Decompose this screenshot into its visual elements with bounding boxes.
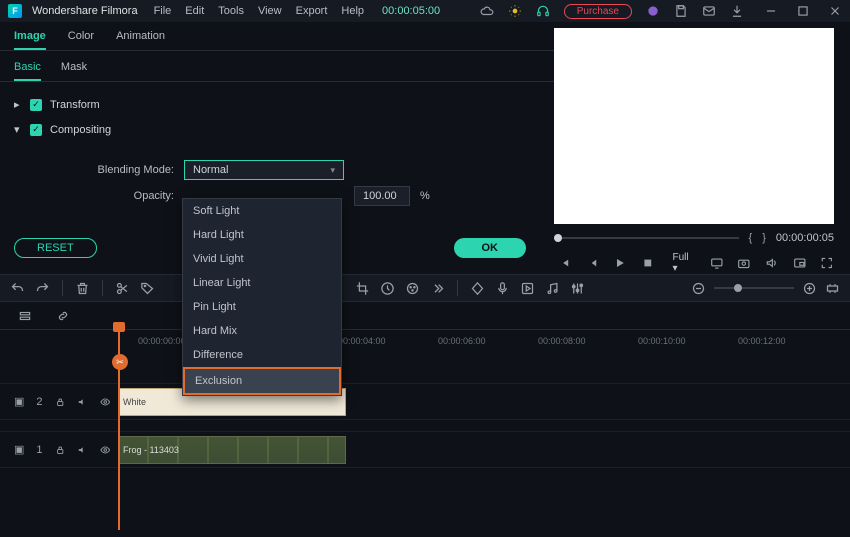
- tab-animation[interactable]: Animation: [116, 30, 165, 50]
- pip-icon[interactable]: [793, 256, 807, 270]
- compositing-label: Compositing: [50, 124, 111, 136]
- expand-icon[interactable]: [430, 281, 445, 296]
- zoom-slider[interactable]: [714, 287, 794, 289]
- blend-option-exclusion[interactable]: Exclusion: [183, 367, 341, 395]
- display-icon[interactable]: [710, 256, 724, 270]
- profile-icon[interactable]: [646, 4, 660, 18]
- blending-mode-dropdown: Soft Light Hard Light Vivid Light Linear…: [182, 198, 342, 396]
- sub-tabs: Basic Mask: [0, 51, 554, 82]
- color-icon[interactable]: [405, 281, 420, 296]
- app-title: Wondershare Filmora: [32, 5, 138, 17]
- menu-file[interactable]: File: [154, 5, 172, 17]
- zoom-in-icon[interactable]: [802, 281, 817, 296]
- save-icon[interactable]: [674, 4, 688, 18]
- tab-color[interactable]: Color: [68, 30, 94, 50]
- mark-out-icon[interactable]: }: [762, 232, 766, 244]
- zoom-out-icon[interactable]: [691, 281, 706, 296]
- tab-image[interactable]: Image: [14, 30, 46, 50]
- menu-view[interactable]: View: [258, 5, 282, 17]
- mic-icon[interactable]: [495, 281, 510, 296]
- transform-checkbox[interactable]: ✓: [30, 99, 42, 111]
- lightbulb-icon[interactable]: [508, 4, 522, 18]
- track-1-label: 1: [36, 444, 42, 456]
- ok-button[interactable]: OK: [454, 238, 527, 258]
- tab-basic[interactable]: Basic: [14, 61, 41, 81]
- fullscreen-icon[interactable]: [820, 256, 834, 270]
- track-2-label: 2: [36, 396, 42, 408]
- track-video-1-icon: ▣: [14, 443, 24, 456]
- track-2-mute-icon[interactable]: [77, 395, 87, 409]
- track-1-lock-icon[interactable]: [55, 443, 65, 457]
- app-logo: F: [8, 4, 22, 18]
- audio-icon[interactable]: [520, 281, 535, 296]
- snapshot-icon[interactable]: [737, 256, 751, 270]
- reset-button[interactable]: RESET: [14, 238, 97, 258]
- blending-mode-label: Blending Mode:: [84, 164, 174, 176]
- playhead-scissors-icon[interactable]: ✂: [112, 354, 128, 370]
- header-timecode: 00:00:05:00: [382, 5, 440, 17]
- transform-label: Transform: [50, 99, 100, 111]
- track-1-visibility-icon[interactable]: [100, 443, 110, 457]
- compositing-expand-icon[interactable]: ▾: [14, 123, 22, 136]
- cloud-icon[interactable]: [480, 4, 494, 18]
- blend-option-soft-light[interactable]: Soft Light: [183, 199, 341, 223]
- blend-option-pin-light[interactable]: Pin Light: [183, 295, 341, 319]
- maximize-icon[interactable]: [796, 4, 810, 18]
- track-2-visibility-icon[interactable]: [100, 395, 110, 409]
- play-icon[interactable]: [613, 256, 627, 270]
- blend-option-linear-light[interactable]: Linear Light: [183, 271, 341, 295]
- mixer-icon[interactable]: [570, 281, 585, 296]
- tag-icon[interactable]: [140, 281, 155, 296]
- speed-icon[interactable]: [380, 281, 395, 296]
- volume-icon[interactable]: [765, 256, 779, 270]
- main-menu: File Edit Tools View Export Help: [154, 5, 364, 17]
- download-icon[interactable]: [730, 4, 744, 18]
- panel-tabs: Image Color Animation: [0, 22, 554, 51]
- opacity-input[interactable]: 100.00: [354, 186, 410, 206]
- preview-canvas[interactable]: [554, 28, 834, 224]
- mark-in-icon[interactable]: {: [749, 232, 753, 244]
- track-1-mute-icon[interactable]: [77, 443, 87, 457]
- minimize-icon[interactable]: [764, 4, 778, 18]
- blend-option-difference[interactable]: Difference: [183, 343, 341, 367]
- crop-icon[interactable]: [355, 281, 370, 296]
- close-icon[interactable]: [828, 4, 842, 18]
- preview-scrubber[interactable]: [554, 237, 739, 239]
- track-video-2-icon: ▣: [14, 395, 24, 408]
- quality-select[interactable]: Full ▾: [673, 252, 696, 274]
- track-2-lock-icon[interactable]: [55, 395, 65, 409]
- step-back-icon[interactable]: [586, 256, 600, 270]
- menu-edit[interactable]: Edit: [185, 5, 204, 17]
- tab-mask[interactable]: Mask: [61, 61, 87, 81]
- transform-expand-icon[interactable]: ▸: [14, 98, 22, 111]
- stop-icon[interactable]: [641, 256, 655, 270]
- blend-option-hard-mix[interactable]: Hard Mix: [183, 319, 341, 343]
- music-icon[interactable]: [545, 281, 560, 296]
- menu-help[interactable]: Help: [341, 5, 364, 17]
- keyframe-icon[interactable]: [470, 281, 485, 296]
- preview-time: 00:00:00:05: [776, 232, 834, 244]
- clip-frog[interactable]: Frog - 113403: [118, 436, 346, 464]
- menu-export[interactable]: Export: [296, 5, 328, 17]
- link-icon[interactable]: [56, 309, 70, 323]
- headphones-icon[interactable]: [536, 4, 550, 18]
- zoom-fit-icon[interactable]: [825, 281, 840, 296]
- opacity-label: Opacity:: [84, 190, 174, 202]
- menu-tools[interactable]: Tools: [218, 5, 244, 17]
- blend-option-hard-light[interactable]: Hard Light: [183, 223, 341, 247]
- delete-icon[interactable]: [75, 281, 90, 296]
- purchase-button[interactable]: Purchase: [564, 4, 632, 19]
- blend-option-vivid-light[interactable]: Vivid Light: [183, 247, 341, 271]
- track-manage-icon[interactable]: [18, 309, 32, 323]
- undo-icon[interactable]: [10, 281, 25, 296]
- prev-frame-icon[interactable]: [558, 256, 572, 270]
- redo-icon[interactable]: [35, 281, 50, 296]
- split-icon[interactable]: [115, 281, 130, 296]
- compositing-checkbox[interactable]: ✓: [30, 124, 42, 136]
- opacity-unit: %: [420, 190, 430, 202]
- message-icon[interactable]: [702, 4, 716, 18]
- blending-mode-select[interactable]: Normal: [184, 160, 344, 180]
